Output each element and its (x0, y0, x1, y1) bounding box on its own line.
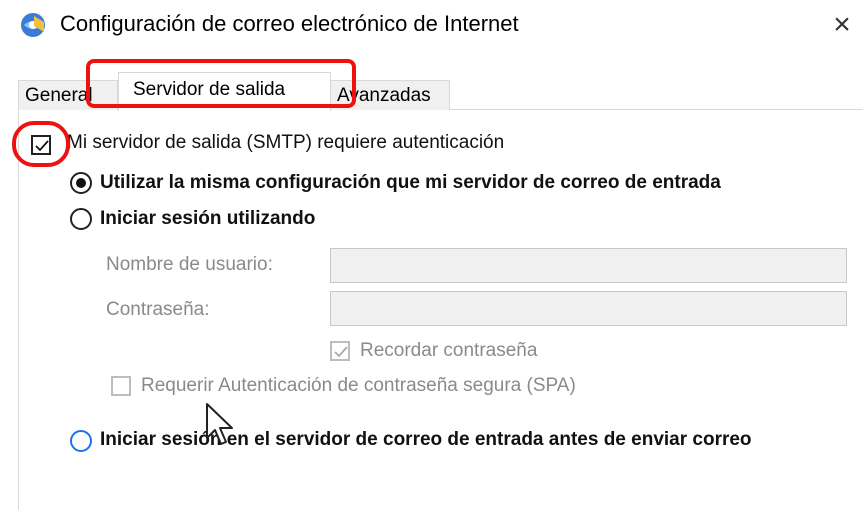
highlight-active-tab (86, 59, 356, 108)
close-icon: × (833, 8, 851, 41)
remember-password-checkbox[interactable] (330, 341, 350, 361)
smtp-auth-label: Mi servidor de salida (SMTP) requiere au… (67, 132, 505, 153)
remember-password-label: Recordar contraseña (360, 340, 538, 361)
require-spa-label: Requerir Autenticación de contraseña seg… (141, 375, 576, 396)
checkmark-icon (334, 346, 348, 358)
username-field[interactable] (330, 248, 847, 283)
radio-same-config[interactable] (70, 172, 92, 194)
mouse-pointer-icon (206, 403, 233, 445)
require-spa-checkbox[interactable] (111, 376, 131, 396)
radio-login-before-send[interactable] (70, 430, 92, 452)
password-label: Contraseña: (106, 299, 210, 320)
close-button[interactable]: × (822, 4, 862, 46)
username-label: Nombre de usuario: (106, 254, 273, 275)
password-field[interactable] (330, 291, 847, 326)
radio-login-with[interactable] (70, 208, 92, 230)
mail-globe-icon (21, 13, 45, 37)
radio-selected-dot (76, 178, 86, 188)
title-bar: Configuración de correo electrónico de I… (0, 0, 863, 55)
radio-login-with-label: Iniciar sesión utilizando (100, 208, 316, 229)
radio-same-config-label: Utilizar la misma configuración que mi s… (100, 172, 721, 193)
window-title: Configuración de correo electrónico de I… (60, 11, 519, 36)
highlight-smtp-checkbox (12, 121, 70, 167)
radio-login-before-send-label: Iniciar sesión en el servidor de correo … (100, 429, 752, 450)
